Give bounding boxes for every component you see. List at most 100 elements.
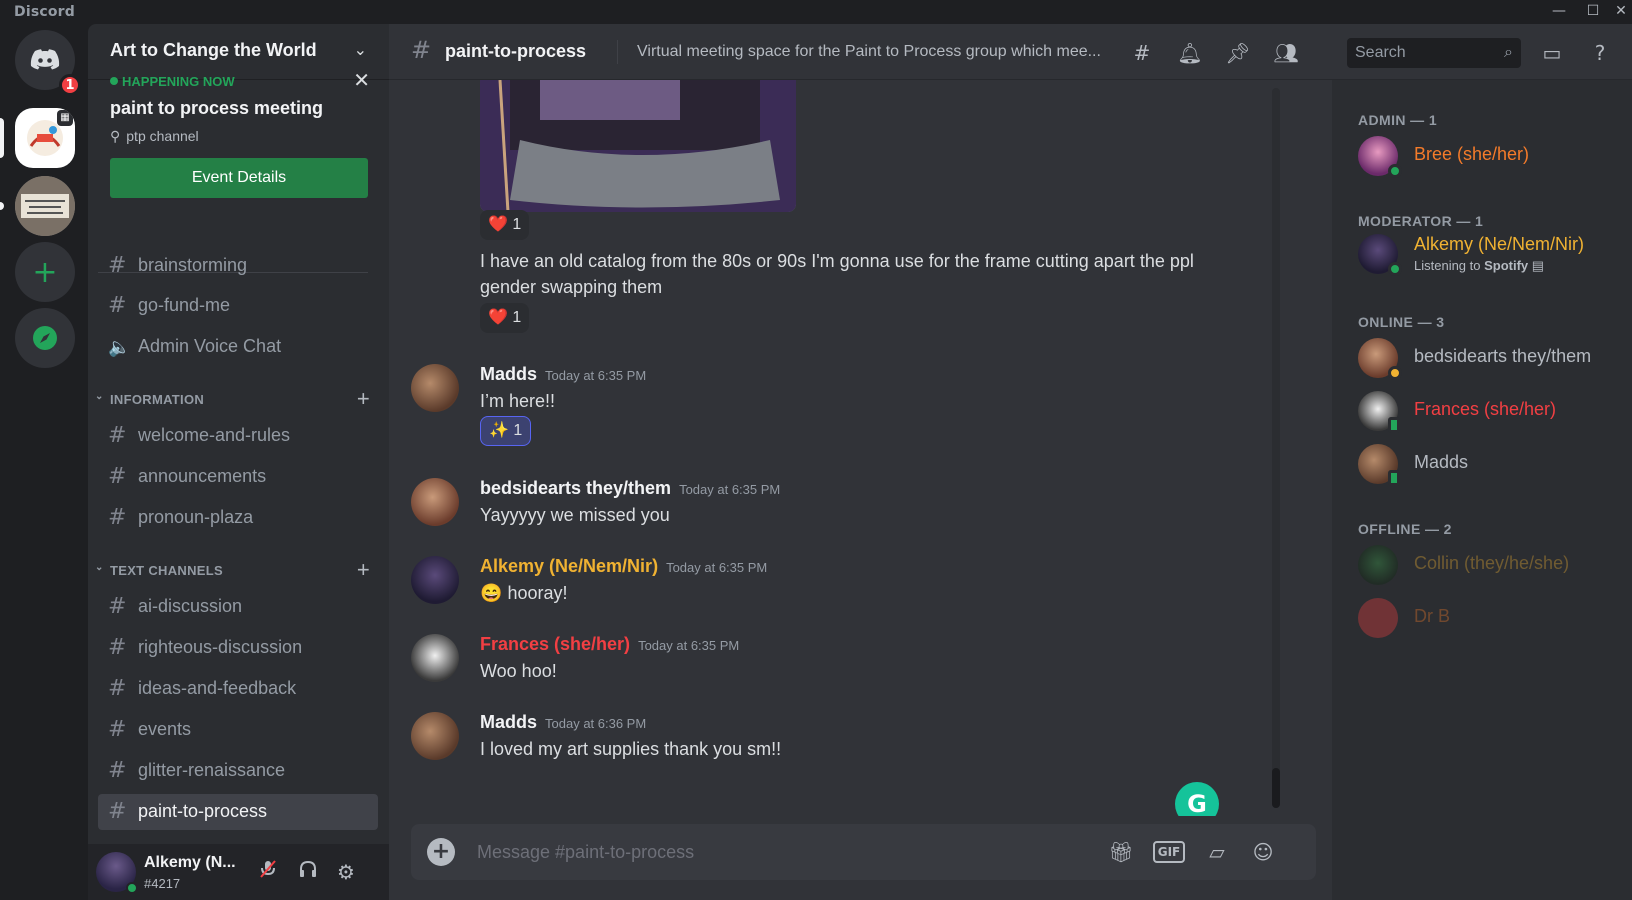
reaction-heart[interactable]: ❤️ 1 xyxy=(480,210,530,240)
pinned-button[interactable]: 📌︎ xyxy=(1223,38,1253,68)
gift-button[interactable]: 🎁︎ xyxy=(1105,837,1137,867)
member-list-button[interactable]: 👥︎ xyxy=(1271,38,1301,68)
speaker-icon: 🔈 xyxy=(108,337,131,358)
avatar[interactable] xyxy=(411,712,459,760)
channel-pronoun-plaza[interactable]: # pronoun-plaza xyxy=(98,500,378,536)
channel-label: righteous-discussion xyxy=(138,637,303,657)
smile-icon: ☺ xyxy=(1252,840,1274,864)
hash-icon: # xyxy=(108,594,127,619)
online-status-icon xyxy=(126,882,138,894)
reaction-sparkles[interactable]: ✨ 1 xyxy=(480,416,532,446)
pin-icon: 📌︎ xyxy=(1225,41,1251,65)
search-placeholder: Search xyxy=(1355,44,1406,61)
hash-icon: # xyxy=(108,758,127,783)
channel-go-fund-me[interactable]: # go-fund-me xyxy=(98,288,378,324)
search-icon: ⌕ xyxy=(1504,42,1513,61)
threads-button[interactable]: # xyxy=(1127,38,1157,68)
member-list: ADMIN — 1 Bree (she/her) MODERATOR — 1 A… xyxy=(1332,80,1632,900)
member-collin[interactable]: Collin (they/he/she) xyxy=(1340,541,1624,589)
channel-topic[interactable]: Virtual meeting space for the Paint to P… xyxy=(637,43,1113,61)
channel-ideas-and-feedback[interactable]: # ideas-and-feedback xyxy=(98,671,378,707)
server-art-to-change-the-world[interactable]: ▦ xyxy=(15,108,75,168)
explore-servers-button[interactable] xyxy=(15,308,75,368)
channel-sidebar: Art to Change the World ⌄ HAPPENING NOW … xyxy=(88,24,389,900)
avatar[interactable] xyxy=(411,556,459,604)
avatar[interactable] xyxy=(411,364,459,412)
close-icon[interactable]: ✕ xyxy=(353,68,370,92)
hash-icon: # xyxy=(108,293,127,318)
channel-label: pronoun-plaza xyxy=(138,507,254,527)
inbox-icon: ▭ xyxy=(1542,41,1562,65)
member-alkemy[interactable]: Alkemy (Ne/Nem/Nir) Listening to Spotify… xyxy=(1340,230,1624,278)
event-location-text: ptp channel xyxy=(126,128,199,144)
member-dr-b[interactable]: Dr B xyxy=(1340,594,1624,642)
category-label: TEXT CHANNELS xyxy=(110,563,223,578)
channel-events[interactable]: # events xyxy=(98,712,378,748)
category-information[interactable]: ⌄ INFORMATION + xyxy=(93,386,378,411)
active-server-indicator xyxy=(0,118,4,158)
attachment-image[interactable] xyxy=(480,80,796,212)
member-frances[interactable]: Frances (she/her) xyxy=(1340,387,1624,435)
sparkles-icon: ✨ xyxy=(489,422,509,439)
hash-icon: # xyxy=(108,464,127,489)
channel-label: go-fund-me xyxy=(138,295,231,315)
app-brand: Discord xyxy=(14,4,75,20)
reaction-heart[interactable]: ❤️ 1 xyxy=(480,303,530,333)
member-group-label: ADMIN — 1 xyxy=(1358,112,1438,128)
server-authors[interactable] xyxy=(15,176,75,236)
message-input[interactable] xyxy=(477,838,1077,866)
search-input[interactable]: Search ⌕ xyxy=(1347,38,1521,68)
member-name: Frances (she/her) xyxy=(1414,399,1557,419)
add-server-button[interactable]: + xyxy=(15,242,75,302)
message-author[interactable]: Alkemy (Ne/Nem/Nir) xyxy=(480,556,658,576)
channel-admin-voice-chat[interactable]: 🔈 Admin Voice Chat xyxy=(98,329,378,365)
avatar[interactable] xyxy=(411,478,459,526)
event-details-button[interactable]: Event Details xyxy=(110,158,368,198)
scrollbar[interactable] xyxy=(1272,88,1280,808)
add-channel-icon[interactable]: + xyxy=(357,386,370,412)
mute-mic-button[interactable] xyxy=(254,858,282,886)
upload-button[interactable]: + xyxy=(427,838,455,866)
channel-righteous-discussion[interactable]: # righteous-discussion xyxy=(98,630,378,666)
message-author[interactable]: Madds xyxy=(480,712,537,732)
mobile-status-icon xyxy=(1388,417,1400,433)
deafen-button[interactable] xyxy=(294,858,322,886)
close-window-button[interactable]: ✕ xyxy=(1604,0,1632,24)
scrollbar-thumb[interactable] xyxy=(1272,768,1280,808)
channel-label: glitter-renaissance xyxy=(138,760,286,780)
home-button[interactable]: 1 xyxy=(15,30,81,96)
threads-icon: # xyxy=(1133,41,1151,65)
channel-title: paint-to-process xyxy=(445,41,587,61)
minimize-button[interactable]: — xyxy=(1542,0,1576,24)
inbox-button[interactable]: ▭ xyxy=(1537,38,1567,68)
channel-brainstorming[interactable]: # brainstorming xyxy=(98,248,378,284)
unread-indicator xyxy=(0,202,4,210)
channel-welcome-and-rules[interactable]: # welcome-and-rules xyxy=(98,418,378,454)
message-author[interactable]: Madds xyxy=(480,364,537,384)
notifications-button[interactable]: 🔔︎ xyxy=(1175,38,1205,68)
hash-icon: # xyxy=(108,423,127,448)
category-text-channels[interactable]: ⌄ TEXT CHANNELS + xyxy=(93,557,378,582)
message-author[interactable]: bedsidearts they/them xyxy=(480,478,671,498)
channel-glitter-renaissance[interactable]: # glitter-renaissance xyxy=(98,753,378,789)
gif-button[interactable]: GIF xyxy=(1153,841,1185,863)
gift-icon: 🎁︎ xyxy=(1108,840,1134,864)
emoji-button[interactable]: ☺ xyxy=(1247,837,1279,867)
member-bree[interactable]: Bree (she/her) xyxy=(1340,132,1624,180)
member-madds[interactable]: Madds xyxy=(1340,440,1624,488)
hash-icon: # xyxy=(108,717,127,742)
channel-paint-to-process[interactable]: # paint-to-process xyxy=(98,794,378,830)
settings-button[interactable]: ⚙ xyxy=(332,858,360,886)
avatar[interactable] xyxy=(411,634,459,682)
channel-announcements[interactable]: # announcements xyxy=(98,459,378,495)
member-bedsidearts[interactable]: bedsidearts they/them xyxy=(1340,334,1624,382)
member-name: Bree (she/her) xyxy=(1414,144,1530,164)
channel-ai-discussion[interactable]: # ai-discussion xyxy=(98,589,378,625)
help-button[interactable]: ? xyxy=(1585,38,1615,68)
message-text-content: hooray! xyxy=(507,583,568,603)
sticker-button[interactable]: ▱ xyxy=(1201,837,1233,867)
add-channel-icon[interactable]: + xyxy=(357,557,370,583)
message-author[interactable]: Frances (she/her) xyxy=(480,634,630,654)
chevron-down-icon: ⌄ xyxy=(95,391,104,402)
channel-label: ideas-and-feedback xyxy=(138,678,297,698)
